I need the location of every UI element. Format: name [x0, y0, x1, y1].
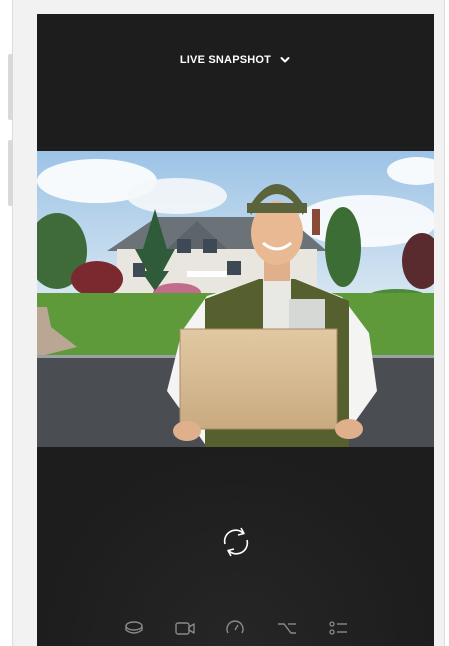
screen: LIVE SNAPSHOT [37, 14, 434, 646]
settings-list-icon[interactable] [327, 618, 349, 638]
bottom-nav [37, 614, 434, 644]
route-icon[interactable] [276, 618, 298, 638]
side-button-top [8, 54, 13, 120]
live-snapshot-image [37, 151, 434, 447]
refresh-icon[interactable] [219, 525, 253, 559]
device-icon[interactable] [123, 618, 145, 638]
video-camera-icon[interactable] [174, 618, 196, 638]
side-button-bottom [8, 140, 13, 206]
chevron-down-icon[interactable] [279, 54, 291, 66]
page-title: LIVE SNAPSHOT [179, 54, 272, 66]
header[interactable]: LIVE SNAPSHOT [37, 48, 434, 72]
speed-gauge-icon[interactable] [224, 618, 246, 638]
